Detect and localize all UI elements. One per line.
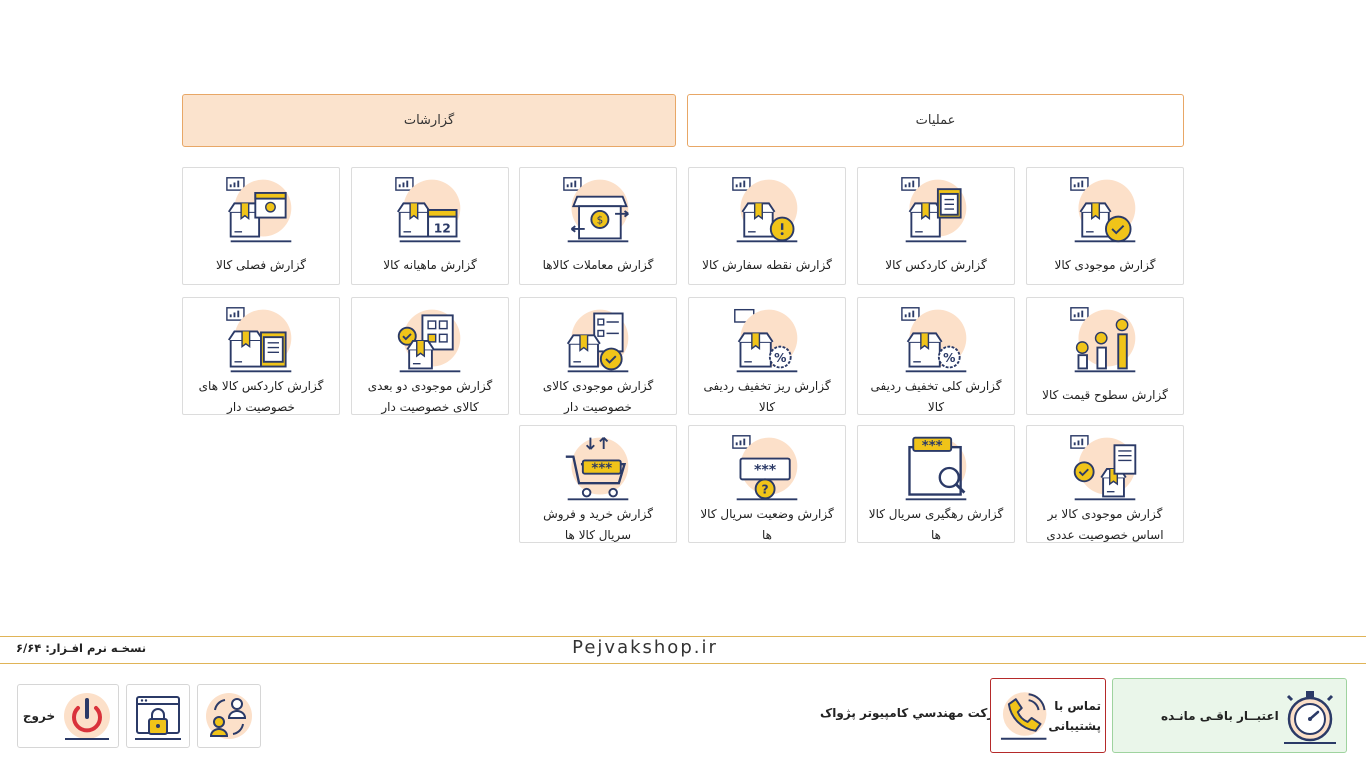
support-label: تماس با پشتیبانی xyxy=(1048,698,1101,733)
report-tile-label: گزارش وضعیت سریال کالا ها xyxy=(700,507,834,542)
tab-operations[interactable]: عملیات xyxy=(687,94,1184,147)
report-tile-label: گزارش موجودی کالا بر اساس خصوصیت عددی xyxy=(1046,507,1164,542)
tab-reports[interactable]: گزارشات xyxy=(182,94,676,147)
svg-text:12: 12 xyxy=(434,222,451,236)
svg-text:%: % xyxy=(943,351,955,365)
svg-text:$: $ xyxy=(597,214,604,226)
box-discount-icon: % xyxy=(900,304,972,376)
report-tile-label: گزارش ریز تخفیف ردیفی کالا xyxy=(703,379,831,414)
box-calendar-icon: 12 xyxy=(394,174,466,246)
serial-search-icon: *** xyxy=(900,432,972,504)
svg-text:%: % xyxy=(774,351,786,365)
cart-serial-icon: *** xyxy=(562,432,634,504)
report-tile[interactable]: گزارش کاردکس کالا xyxy=(857,167,1015,285)
report-tile[interactable]: گزارش فصلی کالا xyxy=(182,167,340,285)
report-tile-label: گزارش نقطه سفارش کالا xyxy=(702,257,832,272)
svg-text:***: *** xyxy=(922,439,943,454)
box-season-calendar-icon xyxy=(225,174,297,246)
box-check-icon xyxy=(1069,174,1141,246)
company-name: شرکت مهندسي کامپيوتر پژواک xyxy=(820,706,1007,720)
report-tile[interactable]: گزارش موجودی کالا بر اساس خصوصیت عددی xyxy=(1026,425,1184,543)
report-tile-label: گزارش موجودی کالای خصوصیت دار xyxy=(542,379,654,414)
tab-reports-label: گزارشات xyxy=(403,113,455,128)
box-document-check-icon xyxy=(1069,432,1141,504)
power-icon xyxy=(64,693,111,740)
lock-button[interactable] xyxy=(126,684,190,748)
report-tile-label: گزارش ماهیانه کالا xyxy=(383,257,477,272)
report-tile[interactable]: گزارش نقطه سفارش کالا xyxy=(688,167,846,285)
box-alert-icon xyxy=(731,174,803,246)
box-discount-list-icon: % xyxy=(731,304,803,376)
report-tile[interactable]: 12 گزارش ماهیانه کالا xyxy=(351,167,509,285)
exit-button[interactable]: خروج xyxy=(17,684,119,748)
box-checklist-icon xyxy=(562,304,634,376)
stopwatch-icon xyxy=(1284,690,1336,744)
svg-text:?: ? xyxy=(762,483,769,497)
svg-text:***: *** xyxy=(591,462,612,477)
report-tile-label: گزارش معاملات کالاها xyxy=(542,257,654,272)
report-tile[interactable]: گزارش کاردکس کالا های خصوصیت دار xyxy=(182,297,340,415)
report-tile-label: گزارش کاردکس کالا xyxy=(885,257,987,272)
report-tile[interactable]: ***? گزارش وضعیت سریال کالا ها xyxy=(688,425,846,543)
report-tile[interactable]: % گزارش کلی تخفیف ردیفی کالا xyxy=(857,297,1015,415)
report-tile-label: گزارش کاردکس کالا های خصوصیت دار xyxy=(198,379,324,414)
lock-window-icon xyxy=(135,696,181,740)
svg-text:***: *** xyxy=(754,463,777,479)
remaining-credit-panel: اعتبــار باقـی مانـده xyxy=(1112,678,1347,753)
box-clipboard-icon xyxy=(900,174,972,246)
report-tile-label: گزارش موجودی کالا xyxy=(1054,257,1156,272)
report-tile[interactable]: گزارش سطوح قیمت کالا xyxy=(1026,297,1184,415)
brand-website: Pejvakshop.ir xyxy=(572,637,718,658)
phone-icon xyxy=(1000,691,1047,740)
tab-operations-label: عملیات xyxy=(915,113,956,128)
remaining-credit-label: اعتبــار باقـی مانـده xyxy=(1161,708,1279,723)
box-grid-check-icon xyxy=(394,304,466,376)
report-tile[interactable]: % گزارش ریز تخفیف ردیفی کالا xyxy=(688,297,846,415)
switch-user-button[interactable] xyxy=(197,684,261,748)
price-levels-icon xyxy=(1069,304,1141,376)
report-tile-label: گزارش سطوح قیمت کالا xyxy=(1042,387,1168,402)
exit-label: خروج xyxy=(22,709,56,723)
store-exchange-icon: $ xyxy=(562,174,634,246)
box-clipboard-list-icon xyxy=(225,304,297,376)
report-tile[interactable]: گزارش موجودی دو بعدی کالای خصوصیت دار xyxy=(351,297,509,415)
contact-support-button[interactable]: تماس با پشتیبانی xyxy=(990,678,1106,753)
report-tile[interactable]: گزارش موجودی کالا xyxy=(1026,167,1184,285)
report-tile-label: گزارش خرید و فروش سریال کالا ها xyxy=(543,507,653,542)
report-tile-label: گزارش فصلی کالا xyxy=(215,257,307,272)
footer-bottom-divider xyxy=(0,663,1366,664)
report-tile-label: گزارش کلی تخفیف ردیفی کالا xyxy=(870,379,1002,414)
switch-user-icon xyxy=(206,693,252,739)
report-tile-label: گزارش رهگیری سریال کالا ها xyxy=(868,507,1004,542)
report-tile[interactable]: *** گزارش خرید و فروش سریال کالا ها xyxy=(519,425,677,543)
report-tile[interactable]: گزارش موجودی کالای خصوصیت دار xyxy=(519,297,677,415)
report-tile-label: گزارش موجودی دو بعدی کالای خصوصیت دار xyxy=(367,379,493,414)
report-tile[interactable]: $ گزارش معاملات کالاها xyxy=(519,167,677,285)
report-tile[interactable]: *** گزارش رهگیری سریال کالا ها xyxy=(857,425,1015,543)
serial-question-icon: ***? xyxy=(731,432,803,504)
